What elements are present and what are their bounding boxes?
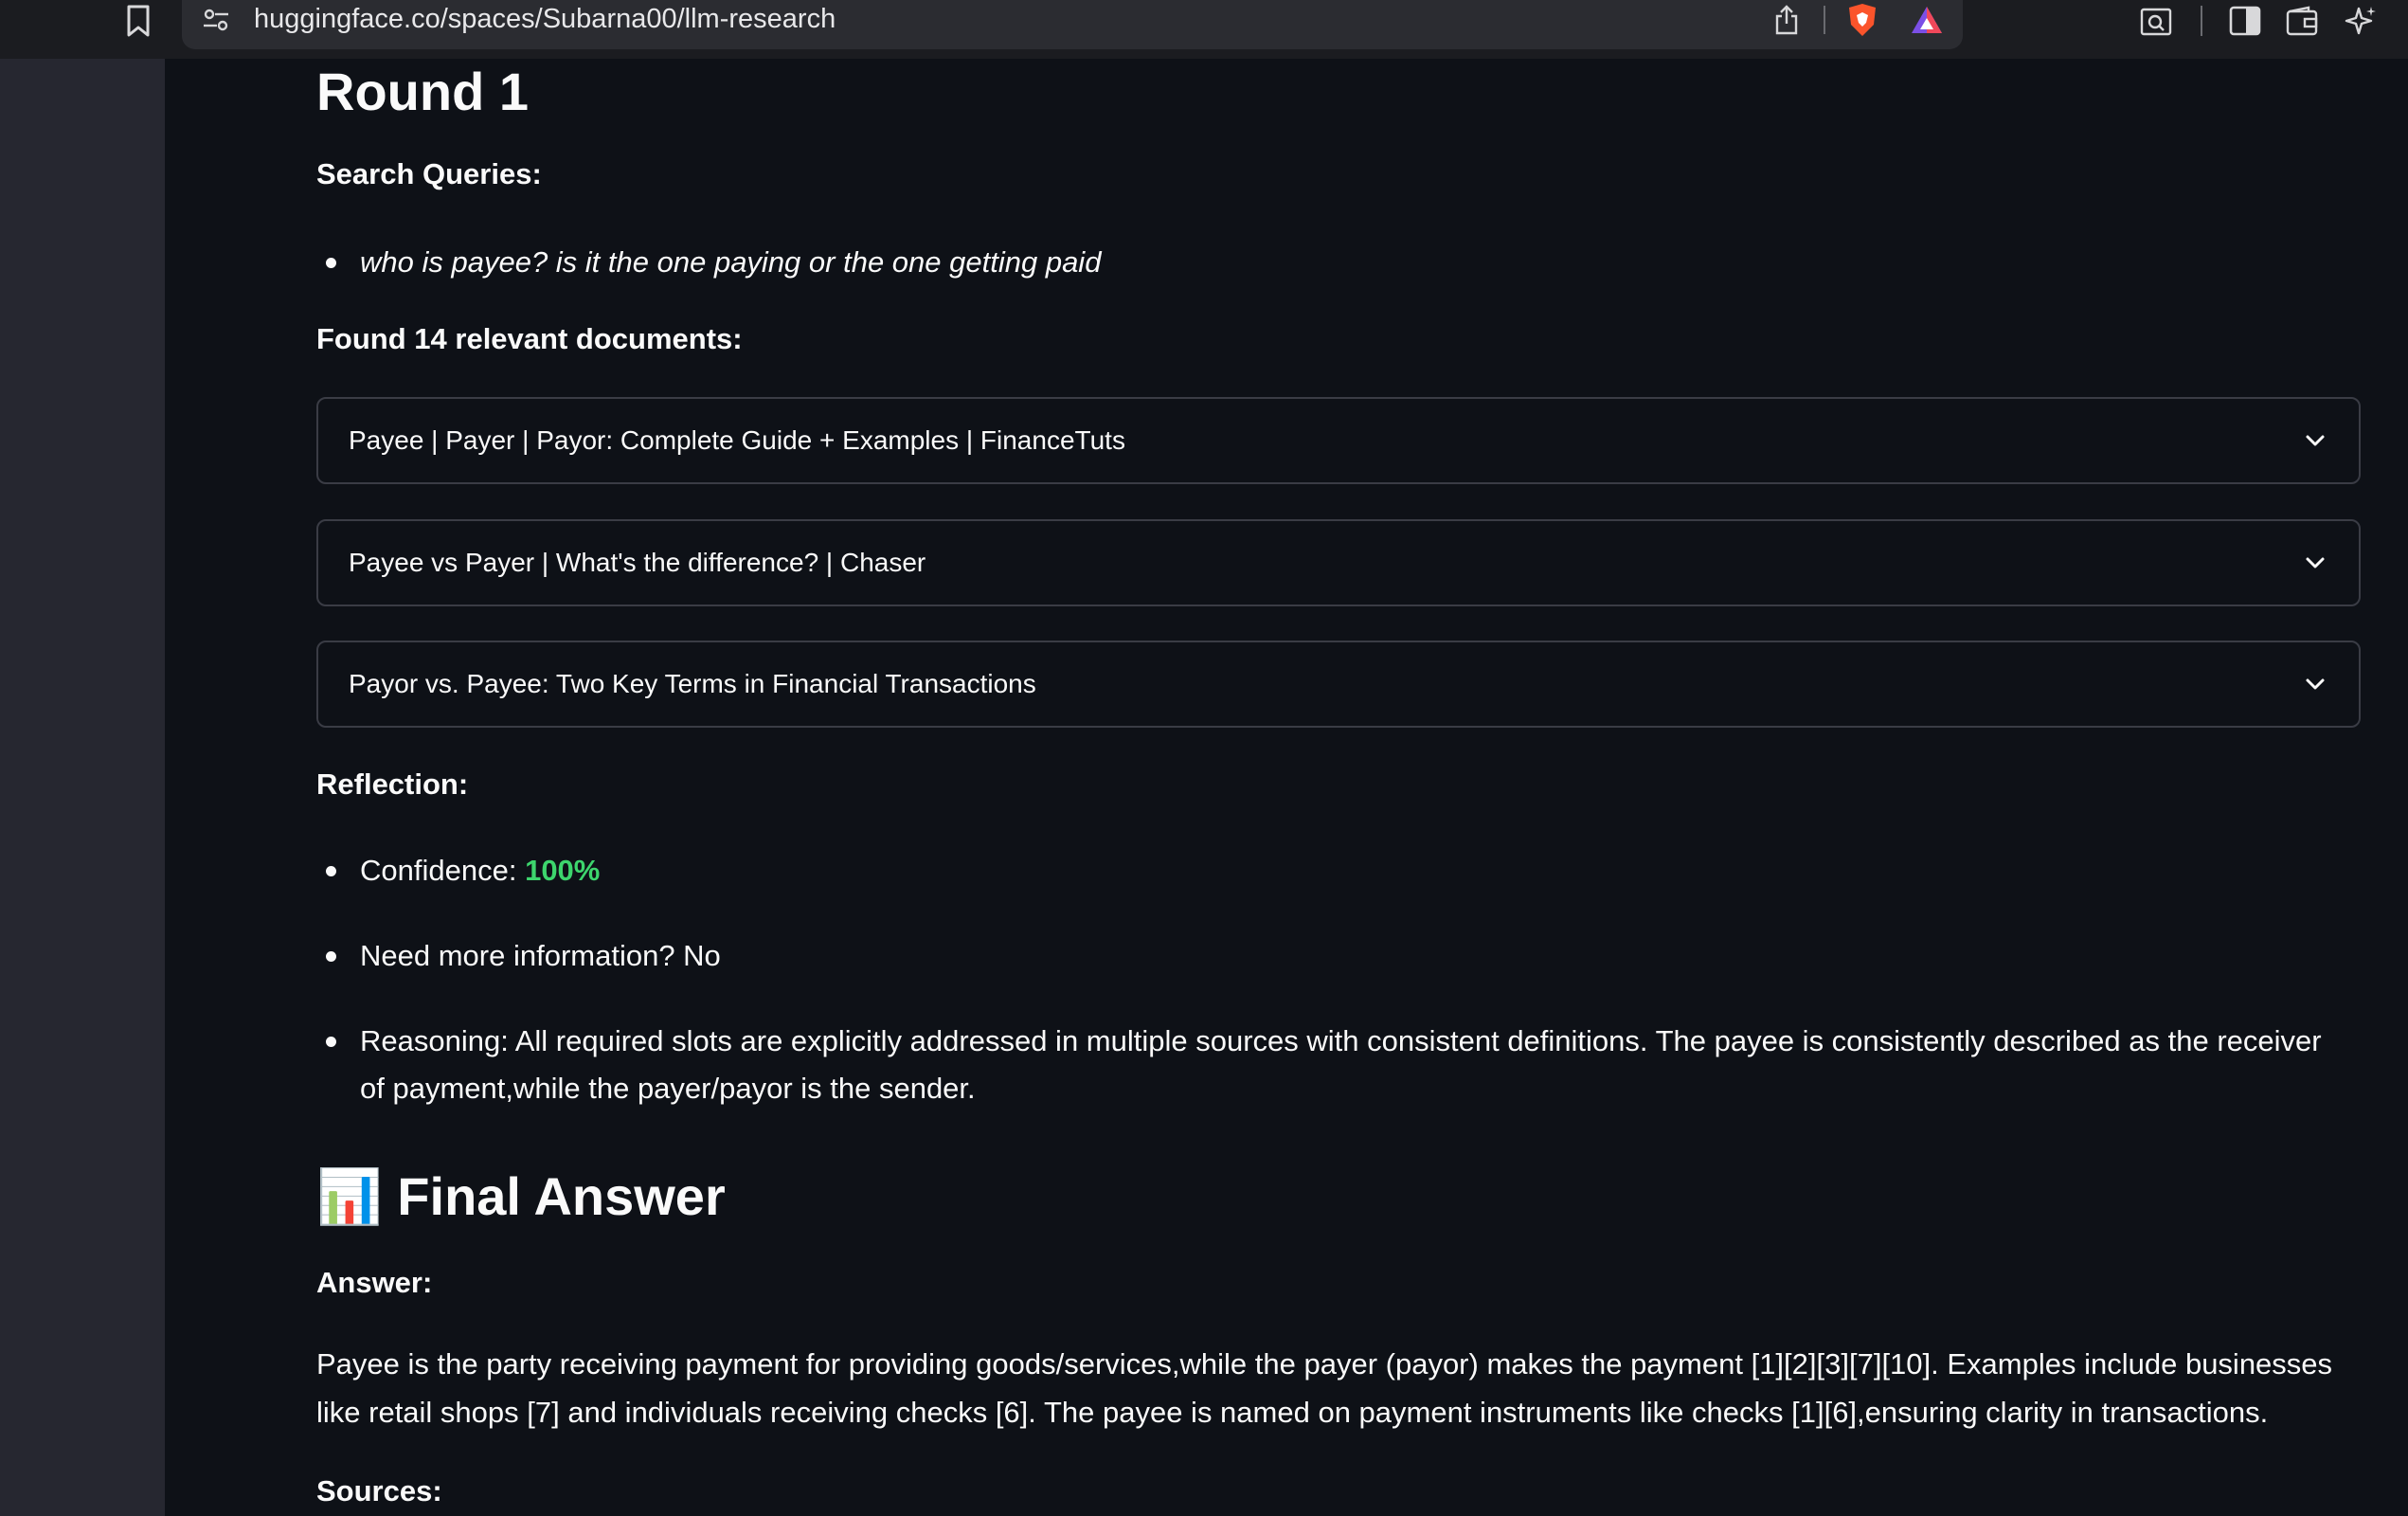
found-documents-label: Found 14 relevant documents: bbox=[316, 322, 743, 355]
confidence-value: 100% bbox=[525, 854, 601, 887]
sidebar-toggle-icon[interactable] bbox=[2226, 2, 2264, 40]
query-text: who is payee? is it the one paying or th… bbox=[360, 245, 1102, 279]
final-answer-heading: 📊 Final Answer bbox=[316, 1165, 726, 1228]
bar-chart-icon: 📊 bbox=[316, 1166, 383, 1226]
confidence-label: Confidence: bbox=[360, 854, 517, 887]
share-icon[interactable] bbox=[1770, 2, 1804, 38]
page-search-icon[interactable] bbox=[2137, 2, 2175, 40]
document-expander-3[interactable]: Payor vs. Payee: Two Key Terms in Financ… bbox=[316, 641, 2361, 728]
bullet-dot bbox=[326, 258, 336, 268]
browser-toolbar: huggingface.co/spaces/Subarna00/llm-rese… bbox=[0, 0, 2408, 60]
bullet-dot bbox=[326, 1037, 336, 1047]
main-content: Round 1 Search Queries: who is payee? is… bbox=[165, 59, 2408, 1516]
url-text[interactable]: huggingface.co/spaces/Subarna00/llm-rese… bbox=[254, 0, 836, 38]
document-title: Payee vs Payer | What's the difference? … bbox=[349, 548, 926, 577]
reflection-label: Reflection: bbox=[316, 767, 469, 801]
separator-icon bbox=[1823, 6, 1826, 34]
chevron-down-icon bbox=[2304, 551, 2327, 574]
brave-rewards-icon[interactable] bbox=[1908, 2, 1946, 38]
reasoning-text: Reasoning: All required slots are explic… bbox=[360, 1024, 2322, 1105]
search-queries-label: Search Queries: bbox=[316, 157, 542, 190]
document-title: Payor vs. Payee: Two Key Terms in Financ… bbox=[349, 669, 1036, 698]
leo-ai-icon[interactable] bbox=[2342, 2, 2380, 40]
sources-label: Sources: bbox=[316, 1474, 442, 1507]
bullet-dot bbox=[326, 951, 336, 962]
chevron-down-icon bbox=[2304, 673, 2327, 695]
round-title: Round 1 bbox=[316, 62, 529, 121]
answer-text: Payee is the party receiving payment for… bbox=[316, 1347, 2333, 1429]
document-expander-1[interactable]: Payee | Payer | Payor: Complete Guide + … bbox=[316, 397, 2361, 484]
site-settings-icon[interactable] bbox=[199, 4, 233, 36]
divider-icon bbox=[2200, 6, 2203, 36]
address-bar[interactable]: huggingface.co/spaces/Subarna00/llm-rese… bbox=[182, 0, 1963, 49]
final-answer-title: Final Answer bbox=[397, 1166, 726, 1226]
document-title: Payee | Payer | Payor: Complete Guide + … bbox=[349, 425, 1125, 455]
chevron-down-icon bbox=[2304, 429, 2327, 452]
wallet-icon[interactable] bbox=[2283, 2, 2321, 40]
left-sidebar bbox=[0, 59, 165, 1516]
document-expander-2[interactable]: Payee vs Payer | What's the difference? … bbox=[316, 519, 2361, 606]
answer-label: Answer: bbox=[316, 1266, 433, 1299]
confidence-line: Confidence: 100% bbox=[360, 847, 2349, 894]
bookmark-icon[interactable] bbox=[121, 2, 155, 40]
bullet-dot bbox=[326, 866, 336, 876]
brave-shield-icon[interactable] bbox=[1843, 0, 1881, 40]
need-more-text: Need more information? No bbox=[360, 939, 721, 972]
